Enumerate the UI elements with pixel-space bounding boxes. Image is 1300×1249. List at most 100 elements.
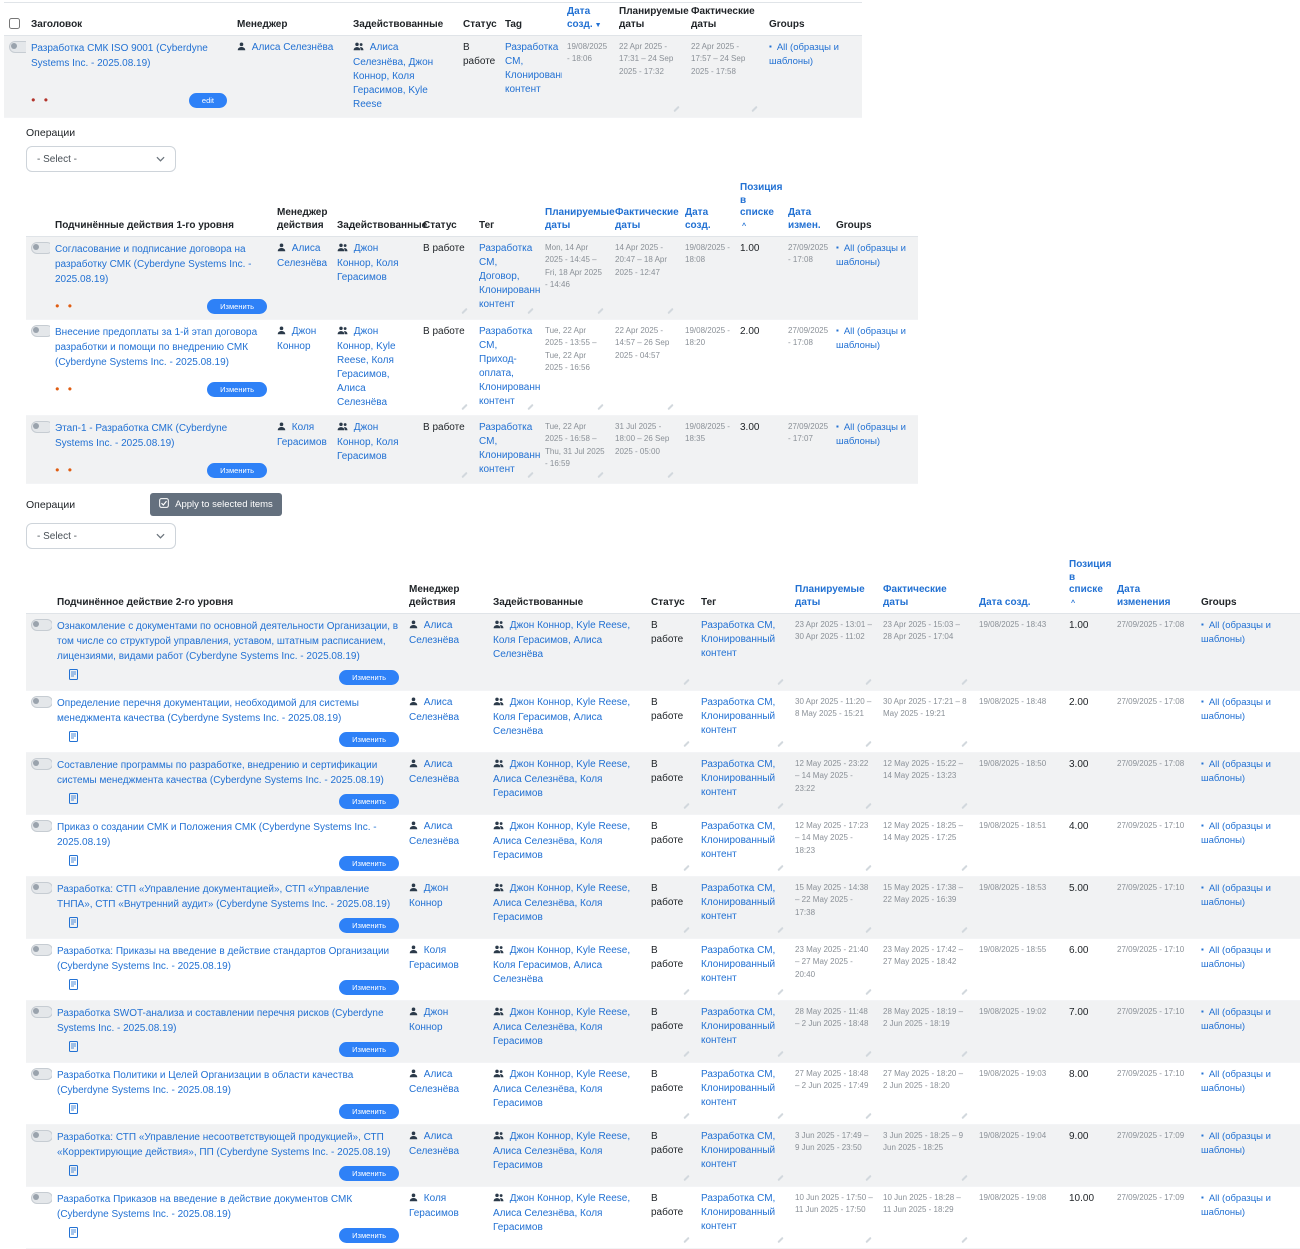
groups-link[interactable]: All (образцы и шаблоны) xyxy=(1201,883,1271,908)
groups-link[interactable]: All (образцы и шаблоны) xyxy=(1201,1007,1271,1032)
tag-link[interactable]: Разработка СМ, Клонированный контент xyxy=(701,1131,775,1170)
tag-link[interactable]: Разработка СМ, Клонированный контент xyxy=(701,1007,775,1046)
groups-link[interactable]: All (образцы и шаблоны) xyxy=(836,422,906,447)
actual-dates[interactable]: 3 Jun 2025 - 18:25 – 9 Jun 2025 - 18:25 xyxy=(878,1125,974,1187)
involved-link[interactable]: Джон Коннор, Kyle Reese, Алиса Селезнёва… xyxy=(493,883,630,923)
tag-link[interactable]: Разработка СМ, Клонированный контент xyxy=(701,1069,775,1108)
actual-dates[interactable]: 15 May 2025 - 17:38 – 22 May 2025 - 16:3… xyxy=(878,877,974,939)
groups-link[interactable]: All (образцы и шаблоны) xyxy=(1201,759,1271,784)
tag-link[interactable]: Разработка СМ, Клонированный контент xyxy=(479,422,540,475)
actual-dates[interactable]: 12 May 2025 - 15:22 – 14 May 2025 - 13:2… xyxy=(878,753,974,815)
manager-link[interactable]: Алиса Селезнёва xyxy=(252,42,334,53)
row-toggle[interactable] xyxy=(31,1068,52,1080)
header-actual-sort[interactable]: Фактические даты xyxy=(610,179,680,237)
change-button[interactable]: Изменить xyxy=(339,918,399,933)
actual-dates[interactable]: 22 Apr 2025 - 17:57 – 24 Sep 2025 - 17:5… xyxy=(686,36,764,118)
task-title-link[interactable]: Разработка: СТП «Управление несоответств… xyxy=(57,1130,399,1160)
change-button[interactable]: Изменить xyxy=(339,1228,399,1243)
change-button[interactable]: Изменить xyxy=(339,794,399,809)
change-button[interactable]: Изменить xyxy=(339,856,399,871)
involved-link[interactable]: Алиса Селезнёва, Джон Коннор, Коля Герас… xyxy=(353,42,433,110)
document-icon[interactable] xyxy=(69,793,78,809)
actual-dates[interactable]: 10 Jun 2025 - 18:28 – 11 Jun 2025 - 18:2… xyxy=(878,1187,974,1249)
tag-link[interactable]: Разработка СМ, Клонированный контент xyxy=(701,1193,775,1232)
planned-dates[interactable]: 12 May 2025 - 23:22 – 14 May 2025 - 23:2… xyxy=(790,753,878,815)
planned-dates[interactable]: 10 Jun 2025 - 17:50 – 11 Jun 2025 - 17:5… xyxy=(790,1187,878,1249)
row-toggle[interactable] xyxy=(31,696,52,708)
involved-link[interactable]: Джон Коннор, Kyle Reese, Алиса Селезнёва… xyxy=(493,1069,630,1109)
task-title-link[interactable]: Этап-1 - Разработка СМК (Cyberdyne Syste… xyxy=(55,421,267,451)
planned-dates[interactable]: 3 Jun 2025 - 17:49 – 9 Jun 2025 - 23:50 xyxy=(790,1125,878,1187)
groups-link[interactable]: All (образцы и шаблоны) xyxy=(1201,1131,1271,1156)
header-actual-sort[interactable]: Фактические даты xyxy=(878,556,974,614)
tag-link[interactable]: Разработка СМ, Клонированный контент xyxy=(701,821,775,860)
groups-link[interactable]: All (образцы и шаблоны) xyxy=(1201,821,1271,846)
involved-link[interactable]: Джон Коннор, Kyle Reese, Алиса Селезнёва… xyxy=(493,759,630,799)
tag-link[interactable]: Разработка СМ, Клонированный контент xyxy=(701,883,775,922)
actual-dates[interactable]: 22 Apr 2025 - 14:57 – 26 Sep 2025 - 04:5… xyxy=(610,320,680,416)
operations-select[interactable]: - Select - xyxy=(26,146,176,172)
actual-dates[interactable]: 23 May 2025 - 17:42 – 27 May 2025 - 18:4… xyxy=(878,939,974,1001)
row-toggle[interactable] xyxy=(31,944,52,956)
change-button[interactable]: Изменить xyxy=(339,980,399,995)
header-position-label[interactable]: Позиция в списке xyxy=(740,182,782,218)
planned-dates[interactable]: 23 May 2025 - 21:40 – 27 May 2025 - 20:4… xyxy=(790,939,878,1001)
actual-dates[interactable]: 27 May 2025 - 18:20 – 2 Jun 2025 - 18:20 xyxy=(878,1063,974,1125)
document-icon[interactable] xyxy=(69,1103,78,1119)
groups-link[interactable]: All (образцы и шаблоны) xyxy=(1201,945,1271,970)
groups-link[interactable]: All (образцы и шаблоны) xyxy=(1201,697,1271,722)
document-icon[interactable] xyxy=(69,855,78,871)
header-position-sort[interactable]: Позиция в списке ^ xyxy=(1064,556,1112,614)
tag-link[interactable]: Разработка СМ, Договор, Клонированный ко… xyxy=(479,243,540,310)
task-title-link[interactable]: Составление программы по разработке, вне… xyxy=(57,758,399,788)
change-button[interactable]: Изменить xyxy=(339,1166,399,1181)
header-planned-sort[interactable]: Планируемые даты xyxy=(790,556,878,614)
task-title-link[interactable]: Разработка: Приказы на введение в действ… xyxy=(57,944,399,974)
header-created-sort[interactable]: Дата созд. xyxy=(680,179,735,237)
row-toggle[interactable] xyxy=(31,820,52,832)
tag-link[interactable]: Разработка СМ, Клонированный контент xyxy=(701,945,775,984)
row-toggle[interactable] xyxy=(31,882,52,894)
select-all-checkbox[interactable] xyxy=(9,18,20,29)
document-icon[interactable] xyxy=(69,669,78,685)
actual-dates[interactable]: 14 Apr 2025 - 20:47 – 18 Apr 2025 - 12:4… xyxy=(610,237,680,320)
planned-dates[interactable]: Tue, 22 Apr 2025 - 16:58 – Thu, 31 Jul 2… xyxy=(540,416,610,484)
involved-link[interactable]: Джон Коннор, Kyle Reese, Алиса Селезнёва… xyxy=(493,1193,630,1233)
involved-link[interactable]: Джон Коннор, Kyle Reese, Коля Герасимов,… xyxy=(493,697,630,737)
planned-dates[interactable]: 23 Apr 2025 - 13:01 – 30 Apr 2025 - 11:0… xyxy=(790,614,878,691)
task-title-link[interactable]: Разработка СМК ISO 9001 (Cyberdyne Syste… xyxy=(31,41,227,71)
document-icon[interactable] xyxy=(69,731,78,747)
row-toggle[interactable] xyxy=(31,1006,52,1018)
document-icon[interactable] xyxy=(69,1165,78,1181)
involved-link[interactable]: Джон Коннор, Kyle Reese, Алиса Селезнёва… xyxy=(493,1131,630,1171)
header-changed-sort[interactable]: Дата измен. xyxy=(783,179,831,237)
tag-link[interactable]: Разработка СМ, Приход-оплата, Клонирован… xyxy=(479,326,540,407)
header-created-sort[interactable]: Дата созд.▼ xyxy=(562,3,614,36)
row-toggle[interactable] xyxy=(31,325,50,337)
involved-link[interactable]: Джон Коннор, Kyle Reese, Коля Герасимов,… xyxy=(493,945,630,985)
change-button[interactable]: Изменить xyxy=(207,299,267,314)
header-position-label[interactable]: Позиция в списке xyxy=(1069,559,1111,595)
header-position-sort[interactable]: Позиция в списке ^ xyxy=(735,179,783,237)
row-toggle[interactable] xyxy=(9,41,26,53)
actual-dates[interactable]: 12 May 2025 - 18:25 – 14 May 2025 - 17:2… xyxy=(878,815,974,877)
change-button[interactable]: Изменить xyxy=(339,1042,399,1057)
actual-dates[interactable]: 31 Jul 2025 - 18:00 – 26 Sep 2025 - 05:0… xyxy=(610,416,680,484)
planned-dates[interactable]: 30 Apr 2025 - 11:20 – 8 May 2025 - 15:21 xyxy=(790,691,878,753)
task-title-link[interactable]: Разработка SWOT-анализа и составлении пе… xyxy=(57,1006,399,1036)
groups-link[interactable]: All (образцы и шаблоны) xyxy=(1201,1069,1271,1094)
change-button[interactable]: Изменить xyxy=(339,670,399,685)
tag-link[interactable]: Разработка СМ, Клонированный контент xyxy=(701,759,775,798)
row-toggle[interactable] xyxy=(31,758,52,770)
row-toggle[interactable] xyxy=(31,619,52,631)
header-planned-sort[interactable]: Планируемые даты xyxy=(540,179,610,237)
task-title-link[interactable]: Разработка: СТП «Управление документацие… xyxy=(57,882,399,912)
planned-dates[interactable]: Mon, 14 Apr 2025 - 14:45 – Fri, 18 Apr 2… xyxy=(540,237,610,320)
change-button[interactable]: Изменить xyxy=(339,732,399,747)
task-title-link[interactable]: Разработка Политики и Целей Организации … xyxy=(57,1068,399,1098)
groups-link[interactable]: All (образцы и шаблоны) xyxy=(1201,1193,1271,1218)
planned-dates[interactable]: 22 Apr 2025 - 17:31 – 24 Sep 2025 - 17:3… xyxy=(614,36,686,118)
row-toggle[interactable] xyxy=(31,1130,52,1142)
task-title-link[interactable]: Согласование и подписание договора на ра… xyxy=(55,242,267,287)
document-icon[interactable] xyxy=(69,917,78,933)
